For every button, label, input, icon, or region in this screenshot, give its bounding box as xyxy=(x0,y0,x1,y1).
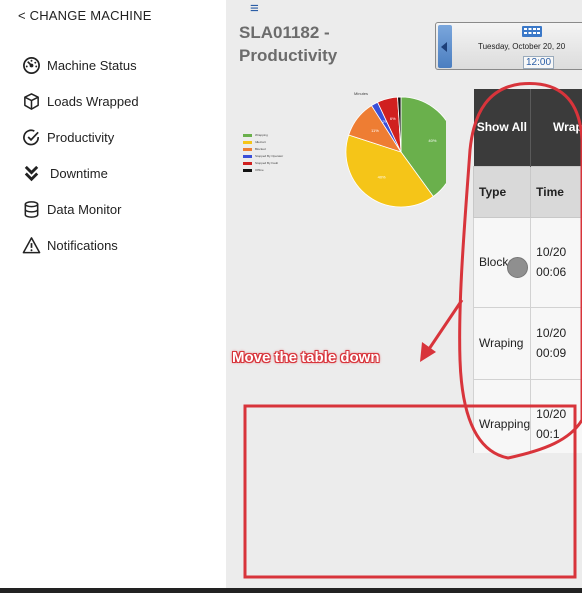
sidebar-item-label: Notifications xyxy=(47,238,118,253)
cube-icon xyxy=(24,93,39,110)
row-date-value: 10/20 xyxy=(536,407,567,421)
gauge-icon xyxy=(23,57,40,74)
sidebar-item-productivity[interactable]: Productivity xyxy=(22,128,114,147)
sidebar-item-label: Loads Wrapped xyxy=(47,94,139,109)
show-all-button[interactable]: Show All xyxy=(473,89,532,166)
row-date-value: 10/20 xyxy=(536,245,567,259)
table-row[interactable]: Wraping 10/20 00:09 xyxy=(473,306,582,380)
check-circle-icon xyxy=(23,129,40,146)
row-time-value: 00:09 xyxy=(536,346,567,360)
sidebar: < CHANGE MACHINE Machine Status Loads Wr… xyxy=(0,0,226,593)
change-machine-link[interactable]: < CHANGE MACHINE xyxy=(18,8,152,23)
table-row[interactable]: Blocked 10/20 00:06 xyxy=(473,216,582,308)
page-title-line1: SLA01182 - xyxy=(239,23,330,42)
sidebar-item-machine-status[interactable]: Machine Status xyxy=(22,56,137,75)
page-title: SLA01182 - Productivity xyxy=(239,21,337,67)
row-time: 10/20 00:1 xyxy=(530,378,582,453)
sidebar-item-data-monitor[interactable]: Data Monitor xyxy=(22,200,121,219)
page-title-line2: Productivity xyxy=(239,46,338,65)
row-type: Wrapping xyxy=(473,378,532,453)
date-picker[interactable]: Tuesday, October 20, 20 12:00 xyxy=(435,22,582,70)
wrapping-filter-label: Wrapp xyxy=(553,120,582,135)
pie-svg: 40%40%11%2%6% xyxy=(345,96,446,208)
pie-slice-label: 40% xyxy=(378,175,386,180)
row-type: Wraping xyxy=(473,306,532,380)
show-all-label: Show All xyxy=(476,120,527,135)
events-table: Show All Wrapp Type Time Blocked 10/20 0… xyxy=(473,89,582,453)
table-row[interactable]: Wrapping 10/20 00:1 xyxy=(473,378,582,453)
pie-slice-label: 6% xyxy=(390,116,396,121)
calendar-icon xyxy=(522,26,542,37)
touch-cursor xyxy=(507,257,528,278)
annotation-text: Move the table down xyxy=(232,349,380,366)
double-chevron-down-icon xyxy=(24,165,39,182)
wrapping-filter-button[interactable]: Wrapp xyxy=(530,89,582,166)
main-content: ≡ SLA01182 - Productivity Tuesday, Octob… xyxy=(226,0,582,593)
row-time-value: 00:06 xyxy=(536,265,567,279)
pie-slice-label: 11% xyxy=(371,128,379,133)
row-time: 10/20 00:09 xyxy=(530,306,582,380)
sidebar-item-downtime[interactable]: Downtime xyxy=(22,164,108,183)
row-time: 10/20 00:06 xyxy=(530,216,582,308)
row-date-value: 10/20 xyxy=(536,326,567,340)
productivity-pie-chart: Minutes Wrapping Idle/cart Blocked Stopped … xyxy=(236,88,446,213)
date-label: Tuesday, October 20, 20 xyxy=(478,42,566,51)
column-header-type[interactable]: Type xyxy=(473,165,532,218)
warning-icon xyxy=(22,237,41,254)
previous-date-button[interactable] xyxy=(438,25,452,68)
column-header-time[interactable]: Time xyxy=(530,165,582,218)
sidebar-item-notifications[interactable]: Notifications xyxy=(22,236,118,255)
time-field[interactable]: 12:00 xyxy=(523,56,555,69)
database-icon xyxy=(24,201,39,218)
sidebar-item-label: Data Monitor xyxy=(47,202,122,217)
pie-slice-label: 40% xyxy=(428,138,436,143)
sidebar-item-loads-wrapped[interactable]: Loads Wrapped xyxy=(22,92,139,111)
menu-icon[interactable]: ≡ xyxy=(250,1,259,16)
sidebar-item-label: Machine Status xyxy=(47,58,137,73)
sidebar-item-label: Productivity xyxy=(47,130,115,145)
taskbar-strip xyxy=(0,588,582,593)
row-time-value: 00:1 xyxy=(536,427,560,441)
sidebar-item-label: Downtime xyxy=(50,166,108,181)
